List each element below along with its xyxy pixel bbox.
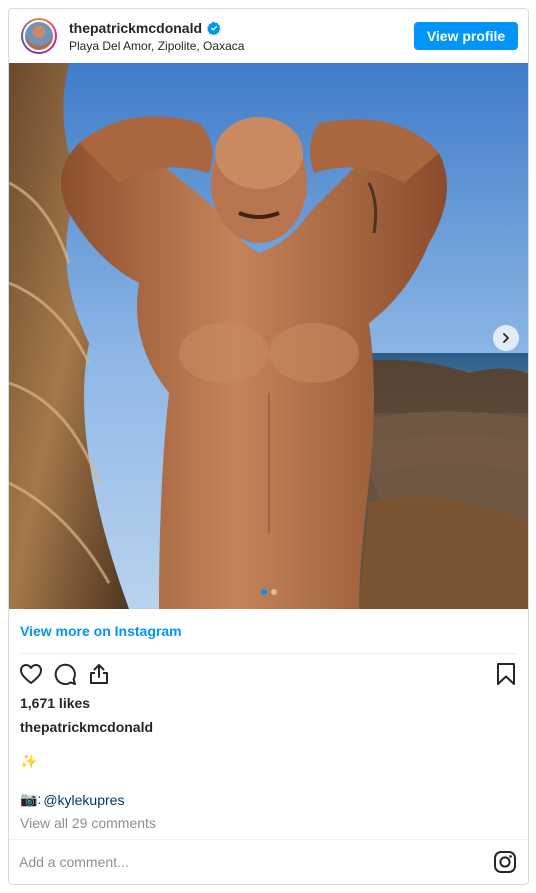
avatar-image	[23, 20, 55, 52]
username-link[interactable]: thepatrickmcdonald	[69, 20, 202, 36]
instagram-glyph-icon	[494, 851, 516, 873]
instagram-logo-link[interactable]	[493, 850, 517, 874]
username-row: thepatrickmcdonald	[69, 20, 221, 36]
chevron-right-icon	[503, 333, 509, 343]
comment-icon[interactable]	[53, 662, 77, 686]
verified-badge-icon	[207, 21, 221, 35]
carousel-dots	[261, 589, 277, 595]
heart-icon[interactable]	[19, 662, 43, 686]
post-header: thepatrickmcdonald Playa Del Amor, Zipol…	[9, 9, 528, 63]
profile-avatar[interactable]	[21, 18, 57, 54]
bookmark-icon	[497, 663, 515, 685]
comment-bar	[9, 839, 528, 884]
view-profile-button[interactable]: View profile	[414, 22, 518, 50]
divider	[20, 653, 517, 654]
caption-username[interactable]: thepatrickmcdonald	[20, 719, 153, 735]
instagram-embed-card: thepatrickmcdonald Playa Del Amor, Zipol…	[8, 8, 529, 885]
view-all-comments-link[interactable]: View all 29 comments	[20, 815, 156, 831]
carousel-dot	[271, 589, 277, 595]
photo-credit: 📷: @kylekupres	[20, 791, 124, 808]
add-comment-input[interactable]	[19, 852, 439, 872]
view-more-link[interactable]: View more on Instagram	[20, 623, 182, 639]
credit-mention-link[interactable]: @kylekupres	[43, 792, 124, 808]
camera-emoji-prefix: 📷:	[20, 791, 42, 807]
carousel-dot-active	[261, 589, 267, 595]
post-photo[interactable]	[9, 63, 528, 609]
likes-count[interactable]: 1,671 likes	[20, 695, 90, 711]
bookmark-button[interactable]	[495, 662, 517, 686]
carousel-next-button[interactable]	[493, 325, 519, 351]
location-link[interactable]: Playa Del Amor, Zipolite, Oaxaca	[69, 39, 244, 53]
post-image	[9, 63, 528, 609]
caption-sparkle: ✨	[20, 753, 38, 769]
share-icon[interactable]	[87, 662, 111, 686]
action-bar	[19, 662, 111, 686]
